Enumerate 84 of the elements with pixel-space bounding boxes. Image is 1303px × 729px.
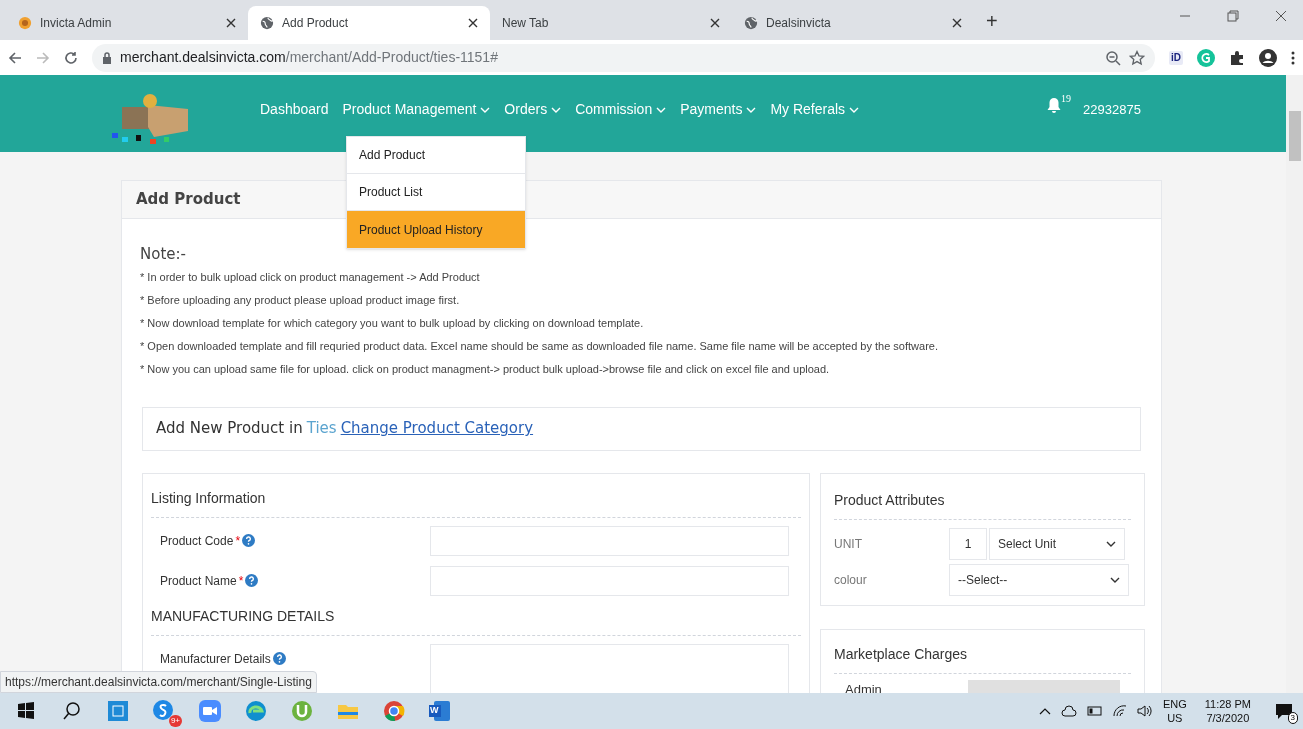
globe-icon (260, 16, 274, 30)
close-icon[interactable] (468, 18, 478, 28)
cloud-icon[interactable] (1060, 705, 1077, 717)
sun-icon (18, 16, 32, 30)
required-mark: * (238, 572, 244, 590)
field-label: Product Code (160, 532, 234, 550)
address-bar[interactable]: merchant.dealsinvicta.com/merchant/Add-Product/ties-1151# (92, 43, 1155, 72)
reload-icon[interactable] (64, 50, 78, 65)
globe-icon (744, 16, 758, 30)
close-icon[interactable] (710, 18, 720, 28)
scrollbar[interactable] (1286, 75, 1303, 693)
url-text: merchant.dealsinvicta.com/merchant/Add-Product/ties-1151# (120, 48, 498, 67)
caret-icon (656, 106, 667, 113)
note-heading: Note:- (140, 244, 187, 265)
chrome-icon[interactable] (382, 699, 406, 723)
unit-select[interactable]: Select Unit (989, 527, 1125, 560)
clock-date[interactable]: 7/3/2020 (1206, 711, 1250, 725)
input-field[interactable] (430, 565, 789, 596)
caret-icon (480, 106, 491, 113)
attribute-label: UNIT (834, 535, 863, 553)
word-icon[interactable] (428, 699, 452, 723)
close-icon[interactable] (226, 18, 236, 28)
section-title: Marketplace Charges (834, 643, 1131, 674)
puzzle-icon[interactable] (1229, 49, 1245, 66)
clock-time[interactable]: 11:28 PM (1204, 697, 1251, 711)
bell-icon[interactable] (1047, 97, 1062, 113)
section-title: MANUFACTURING DETAILS (151, 605, 801, 636)
help-icon[interactable] (245, 574, 259, 587)
caret-icon (746, 106, 757, 113)
close-icon[interactable] (952, 18, 962, 28)
caret-icon (551, 106, 562, 113)
profile-icon[interactable] (1259, 48, 1277, 67)
notification-center-icon[interactable] (1275, 702, 1293, 720)
caret-icon (849, 106, 860, 113)
extension-button[interactable]: iD (1169, 50, 1183, 65)
category-text: Add New Product in (156, 418, 303, 440)
note-text: * Before uploading any product please upload product image first. (140, 292, 461, 308)
close-icon[interactable] (1275, 10, 1287, 22)
attribute-label: colour (834, 571, 868, 589)
battery-icon[interactable] (1086, 706, 1103, 716)
menu-item[interactable]: Product List (347, 174, 525, 211)
status-url: https://merchant.dealsinvicta.com/merchant/Single-Listing (0, 671, 317, 693)
chevron-up-icon[interactable] (1038, 707, 1051, 715)
browser-icon[interactable] (244, 699, 268, 723)
new-tab-button[interactable]: + (986, 11, 998, 31)
section-title: Listing Information (151, 487, 801, 518)
category-name: Ties (306, 418, 337, 440)
quantity-field[interactable]: 1 (949, 527, 987, 560)
change-category-link[interactable]: Change Product Category (340, 417, 534, 440)
input-field[interactable] (430, 525, 789, 556)
back-icon[interactable] (8, 50, 22, 65)
card-title: Add Product (136, 189, 241, 211)
notification-badge: 9+ (168, 715, 182, 727)
note-text: * Open downloaded template and fill requried product data. Excel name should be same as downloaded file name. Same file name will be accepted by the software. (140, 338, 939, 354)
language-code[interactable]: ENG (1162, 697, 1187, 711)
note-text: * Now download template for which category you want to bulk upload by clicking on download template. (140, 315, 645, 331)
star-icon[interactable] (1129, 49, 1145, 66)
field-label: Manufacturer Details (160, 650, 271, 668)
notification-count: 19 (1061, 93, 1072, 105)
lock-icon (102, 51, 112, 64)
field-label: Product Name (160, 572, 237, 590)
charge-label: Admin (845, 680, 883, 693)
help-icon[interactable] (272, 652, 286, 665)
note-text: * Now you can upload same file for upload. click on product managment-> product bulk upload->browse file and click on excel file and upload. (140, 361, 831, 377)
section-title: Product Attributes (834, 489, 1131, 520)
select-field[interactable]: --Select-- (949, 563, 1129, 596)
word-letter: W (430, 704, 439, 718)
torrent-icon[interactable] (290, 699, 314, 723)
caret-icon (1110, 576, 1120, 583)
note-text: * In order to bulk upload click on product management -> Add Product (140, 269, 481, 285)
caret-icon (1106, 540, 1116, 547)
more-icon[interactable] (1291, 49, 1295, 66)
zoom-out-icon[interactable] (1105, 49, 1121, 66)
speaker-icon[interactable] (1136, 705, 1153, 717)
required-mark: * (235, 532, 241, 550)
browser-tab[interactable]: Add Product (248, 6, 490, 40)
video-camera-icon[interactable] (198, 699, 222, 723)
menu-item[interactable]: Product Upload History (347, 211, 525, 248)
restore-icon[interactable] (1227, 10, 1239, 22)
menu-item[interactable]: Add Product (347, 137, 525, 174)
notification-badge: 3 (1287, 712, 1298, 724)
wifi-icon[interactable] (1112, 705, 1127, 717)
region-code[interactable]: US (1167, 711, 1183, 725)
help-icon[interactable] (242, 534, 256, 547)
